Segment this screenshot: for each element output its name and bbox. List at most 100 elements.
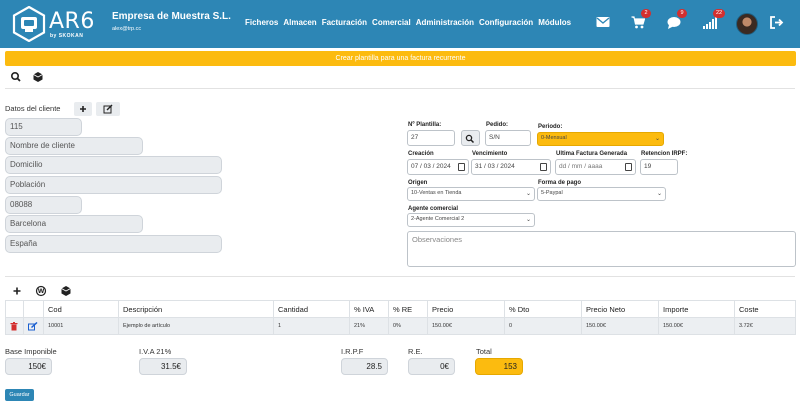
client-country-field[interactable]: España: [5, 235, 222, 253]
plantilla-input[interactable]: 27: [407, 130, 455, 146]
forma-pago-select[interactable]: 5-Paypal ⌄: [537, 187, 666, 201]
cart-icon[interactable]: [631, 16, 647, 30]
chevron-down-icon: ⌄: [656, 191, 662, 197]
logout-icon[interactable]: [770, 16, 786, 30]
col-edit: [23, 300, 44, 318]
wordpress-icon[interactable]: W: [35, 285, 49, 297]
creacion-label: Creación: [408, 151, 434, 157]
retencion-input[interactable]: 19: [640, 159, 678, 175]
main-nav: Ficheros Almacen Facturación Comercial A…: [245, 18, 576, 27]
pedido-label: Pedido:: [486, 122, 508, 128]
cell-coste: 3.72€: [734, 317, 796, 335]
col-delete: [5, 300, 24, 318]
cell-importe: 150.00€: [658, 317, 735, 335]
client-code-field[interactable]: 115: [5, 118, 82, 136]
client-address-field[interactable]: Domicilio: [5, 156, 222, 174]
nav-ficheros[interactable]: Ficheros: [245, 18, 278, 27]
iva-value: 31.5€: [139, 358, 187, 375]
edit-client-button[interactable]: [96, 102, 120, 116]
base-imponible-value: 150€: [5, 358, 52, 375]
client-zip-field[interactable]: 08088: [5, 196, 82, 214]
re-label: R.E.: [408, 347, 423, 356]
cell-dto[interactable]: 0: [504, 317, 582, 335]
nav-almacen[interactable]: Almacen: [283, 18, 316, 27]
save-button[interactable]: Guardar: [5, 389, 34, 401]
vencimiento-date-input[interactable]: 31 / 03 / 2024: [471, 159, 551, 175]
origen-label: Origen: [408, 180, 428, 186]
chevron-down-icon: ⌄: [654, 136, 660, 142]
cell-cantidad[interactable]: 1: [273, 317, 350, 335]
vencimiento-value: 31 / 03 / 2024: [475, 163, 515, 170]
divider: [5, 276, 795, 277]
cell-iva[interactable]: 21%: [349, 317, 389, 335]
edit-icon: [28, 321, 38, 330]
mail-icon[interactable]: [596, 16, 612, 30]
creacion-date-input[interactable]: 07 / 03 / 2024: [407, 159, 469, 175]
signal-badge: 22: [713, 9, 726, 18]
periodo-value: 0-Mensual: [541, 135, 567, 141]
client-name-field[interactable]: Nombre de cliente: [5, 137, 143, 155]
irpf-label: I.R.P.F: [341, 347, 364, 356]
delete-row-cell[interactable]: [5, 317, 24, 335]
col-re: % RE: [388, 300, 428, 318]
ultima-factura-value: dd / mm / aaaa: [559, 163, 603, 170]
divider: [5, 88, 795, 89]
base-imponible-label: Base Imponible: [5, 347, 57, 356]
add-line-icon[interactable]: [11, 285, 25, 297]
add-client-button[interactable]: [74, 102, 92, 116]
nav-administracion[interactable]: Administración: [416, 18, 474, 27]
calendar-icon[interactable]: [625, 163, 632, 171]
ultima-factura-label: Ultima Factura Generada: [556, 151, 628, 157]
col-iva: % IVA: [349, 300, 389, 318]
logo-subtext: by SKOKAN: [50, 33, 84, 39]
col-cantidad: Cantidad: [273, 300, 350, 318]
client-city-field[interactable]: Población: [5, 176, 222, 194]
agente-value: 2-Agente Comercial 2: [411, 216, 465, 222]
agente-label: Agente comercial: [408, 206, 459, 212]
forma-pago-value: 5-Paypal: [541, 190, 563, 196]
origen-select[interactable]: 10-Ventas en Tienda ⌄: [407, 187, 535, 201]
user-avatar[interactable]: [736, 13, 758, 35]
plantilla-label: Nº Plantilla:: [408, 122, 442, 128]
forma-pago-label: Forma de pago: [538, 180, 582, 186]
edit-row-cell[interactable]: [23, 317, 44, 335]
plantilla-search-button[interactable]: [461, 130, 480, 146]
observaciones-textarea[interactable]: Observaciones: [407, 231, 796, 267]
ultima-factura-date-input[interactable]: dd / mm / aaaa: [555, 159, 636, 175]
calendar-icon[interactable]: [540, 163, 547, 171]
col-coste: Coste: [734, 300, 796, 318]
iva-label: I.V.A 21%: [139, 347, 172, 356]
retencion-label: Retencion IRPF:: [641, 151, 688, 157]
col-descripcion: Descripción: [118, 300, 274, 318]
top-navbar: AR6 by SKOKAN Empresa de Muestra S.L. al…: [0, 0, 800, 48]
cell-re[interactable]: 0%: [388, 317, 428, 335]
company-name: Empresa de Muestra S.L.: [112, 11, 231, 22]
agente-select[interactable]: 2-Agente Comercial 2 ⌄: [407, 213, 535, 227]
client-province-field[interactable]: Barcelona: [5, 215, 143, 233]
search-icon[interactable]: [10, 71, 24, 83]
periodo-label: Periodo:: [538, 124, 563, 130]
user-email: alex@trp.cc: [112, 26, 142, 32]
irpf-value: 28.5: [341, 358, 388, 375]
nav-comercial[interactable]: Comercial: [372, 18, 411, 27]
logo-icon[interactable]: [12, 6, 46, 42]
cell-cod[interactable]: 10001: [43, 317, 119, 335]
nav-facturacion[interactable]: Facturación: [322, 18, 367, 27]
cube-icon[interactable]: [60, 285, 74, 297]
nav-modulos[interactable]: Módulos: [538, 18, 571, 27]
cell-precio[interactable]: 150.00€: [427, 317, 505, 335]
pedido-input[interactable]: S/N: [485, 130, 531, 146]
signal-icon[interactable]: [703, 16, 719, 30]
chevron-down-icon: ⌄: [525, 217, 531, 223]
recurring-invoice-banner[interactable]: Crear plantilla para una factura recurre…: [5, 51, 796, 66]
nav-configuracion[interactable]: Configuración: [479, 18, 533, 27]
periodo-select[interactable]: 0-Mensual ⌄: [537, 132, 664, 146]
creacion-value: 07 / 03 / 2024: [411, 163, 451, 170]
svg-text:W: W: [38, 288, 45, 295]
calendar-icon[interactable]: [458, 163, 465, 171]
vencimiento-label: Vencimiento: [472, 151, 508, 157]
cell-descripcion[interactable]: Ejemplo de artículo: [118, 317, 274, 335]
cube-icon[interactable]: [32, 71, 46, 83]
chat-icon[interactable]: [667, 16, 683, 30]
col-precio-neto: Precio Neto: [581, 300, 659, 318]
